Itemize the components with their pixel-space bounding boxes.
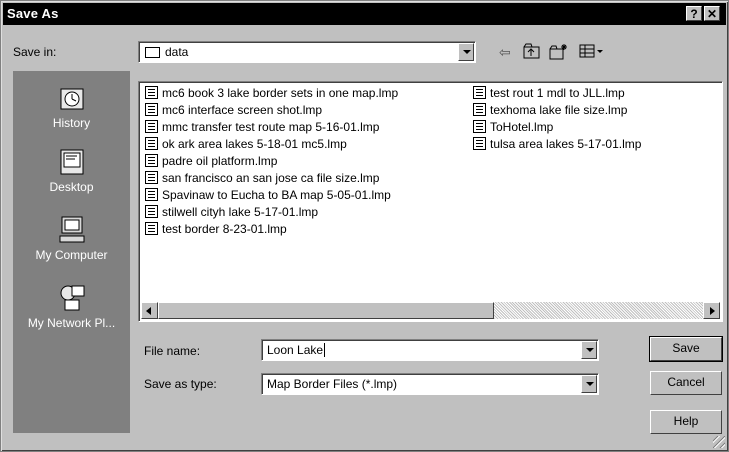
scrollbar-thumb[interactable] [158, 302, 494, 319]
list-item[interactable]: texhoma lake file size.lmp [473, 102, 641, 119]
help-button[interactable]: Help [650, 410, 722, 434]
view-menu-icon[interactable] [579, 43, 605, 61]
back-icon[interactable]: ⇦ [499, 43, 511, 61]
title-bar[interactable]: Save As ? ✕ [3, 3, 726, 25]
file-name-label: File name: [144, 344, 201, 358]
current-folder-label: data [165, 45, 189, 59]
help-title-button[interactable]: ? [686, 6, 702, 21]
document-icon [145, 103, 158, 116]
save-type-label: Save as type: [144, 377, 217, 391]
save-in-label: Save in: [13, 45, 57, 59]
network-icon [57, 283, 87, 313]
cancel-button[interactable]: Cancel [650, 371, 722, 395]
list-item[interactable]: Spavinaw to Eucha to BA map 5-05-01.lmp [145, 187, 398, 204]
document-icon [145, 205, 158, 218]
list-item[interactable]: stilwell cityh lake 5-17-01.lmp [145, 204, 398, 221]
places-my-computer-label: My Computer [35, 248, 108, 262]
my-computer-icon [57, 215, 87, 245]
list-item[interactable]: san francisco an san jose ca file size.l… [145, 170, 398, 187]
file-column-1: mc6 book 3 lake border sets in one map.l… [145, 85, 398, 238]
places-desktop-label: Desktop [49, 180, 94, 194]
document-icon [145, 120, 158, 133]
document-icon [145, 171, 158, 184]
chevron-down-icon[interactable] [581, 341, 597, 359]
document-icon [473, 103, 486, 116]
document-icon [145, 154, 158, 167]
file-list[interactable]: mc6 book 3 lake border sets in one map.l… [138, 81, 723, 322]
history-icon [57, 83, 87, 113]
dialog-title: Save As [7, 6, 59, 21]
places-bar: History Desktop My Computer My Network P… [13, 71, 130, 433]
places-network[interactable]: My Network Pl... [13, 283, 130, 330]
document-icon [473, 86, 486, 99]
scroll-left-icon[interactable] [141, 302, 158, 319]
places-my-computer[interactable]: My Computer [13, 215, 130, 262]
list-item[interactable]: test border 8-23-01.lmp [145, 221, 398, 238]
chevron-down-icon[interactable] [458, 43, 474, 61]
list-item[interactable]: mc6 interface screen shot.lmp [145, 102, 398, 119]
list-item[interactable]: test rout 1 mdl to JLL.lmp [473, 85, 641, 102]
document-icon [145, 222, 158, 235]
close-button[interactable]: ✕ [704, 6, 720, 21]
file-column-2: test rout 1 mdl to JLL.lmp texhoma lake … [473, 85, 641, 153]
desktop-icon [57, 147, 87, 177]
save-type-value: Map Border Files (*.lmp) [267, 377, 398, 391]
save-type-dropdown[interactable]: Map Border Files (*.lmp) [261, 373, 599, 395]
file-name-input[interactable]: Loon Lake [261, 339, 599, 361]
save-in-dropdown[interactable]: data [138, 41, 476, 63]
file-name-value: Loon Lake [267, 343, 326, 357]
places-desktop[interactable]: Desktop [13, 147, 130, 194]
new-folder-icon[interactable] [549, 43, 569, 61]
list-item[interactable]: ok ark area lakes 5-18-01 mc5.lmp [145, 136, 398, 153]
document-icon [145, 86, 158, 99]
scroll-right-icon[interactable] [703, 302, 720, 319]
list-item[interactable]: mmc transfer test route map 5-16-01.lmp [145, 119, 398, 136]
folder-icon [145, 47, 160, 58]
places-network-label: My Network Pl... [27, 316, 116, 330]
list-item[interactable]: padre oil platform.lmp [145, 153, 398, 170]
places-history-label: History [52, 116, 91, 130]
up-folder-icon[interactable] [523, 43, 541, 61]
list-item[interactable]: tulsa area lakes 5-17-01.lmp [473, 136, 641, 153]
list-item[interactable]: ToHotel.lmp [473, 119, 641, 136]
horizontal-scrollbar[interactable] [141, 302, 720, 319]
document-icon [145, 188, 158, 201]
document-icon [473, 120, 486, 133]
document-icon [473, 137, 486, 150]
save-as-dialog: Save As ? ✕ Save in: data ⇦ History Desk… [0, 0, 729, 452]
save-button[interactable]: Save [649, 336, 723, 362]
places-history[interactable]: History [13, 83, 130, 130]
list-item[interactable]: mc6 book 3 lake border sets in one map.l… [145, 85, 398, 102]
resize-grip-icon[interactable] [713, 436, 725, 448]
chevron-down-icon[interactable] [581, 375, 597, 393]
document-icon [145, 137, 158, 150]
